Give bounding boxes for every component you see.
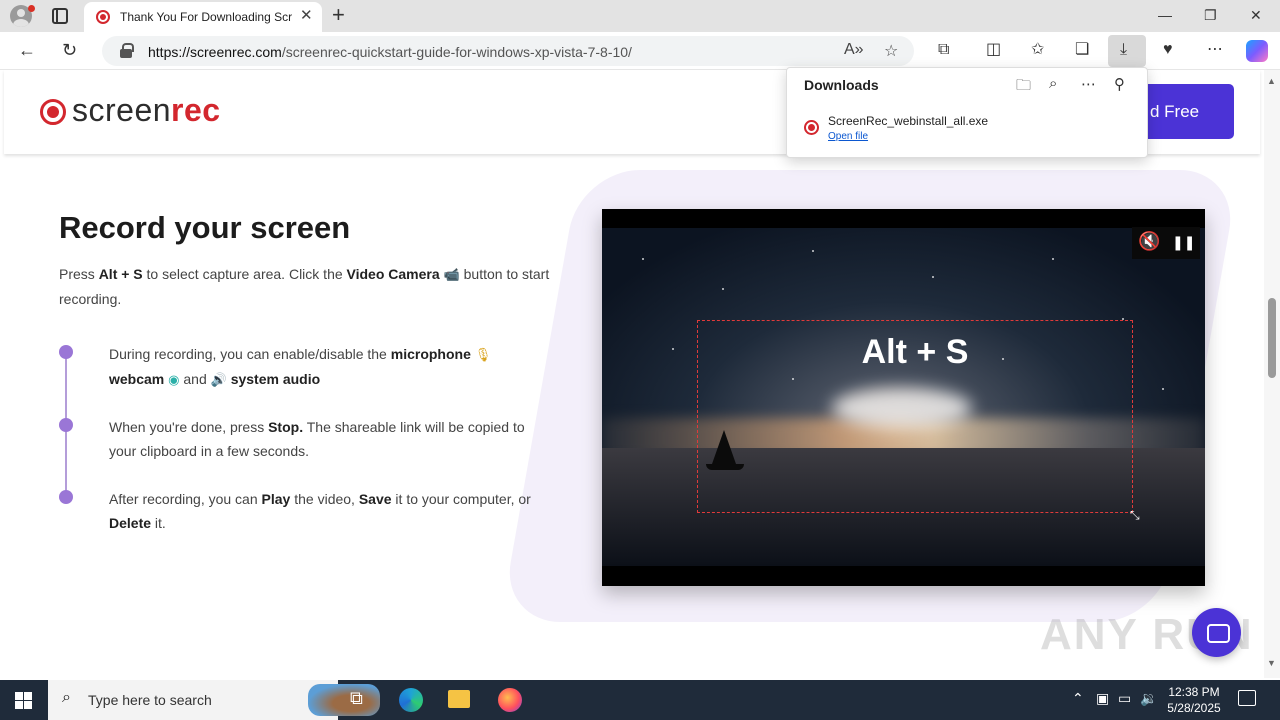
more-icon[interactable]: ⋯ [1081,75,1096,93]
step-item: After recording, you can Play the video,… [109,491,531,531]
favorites-icon[interactable]: ✩ [1031,41,1044,59]
taskbar: ⌕ Type here to search ⧉ ⌃ ▣ ▭ 🔉 12:38 PM… [0,680,1280,720]
notifications-icon[interactable] [1238,690,1256,706]
downloads-button[interactable]: ⤓ [1108,35,1146,67]
refresh-icon[interactable]: ↻ [62,40,77,60]
demo-video[interactable]: Alt + S ⤡ ▸📷🎥🖼⚙ 🔇 ❚❚ [602,209,1205,586]
read-aloud-icon[interactable]: A» [844,41,864,59]
volume-icon[interactable]: 🔉 [1140,690,1157,707]
address-bar[interactable]: https://screenrec.com/screenrec-quicksta… [102,36,914,66]
video-frame: Alt + S ⤡ ▸📷🎥🖼⚙ [602,228,1205,566]
scrollbar-thumb[interactable] [1268,298,1276,378]
device-icon[interactable]: ▣ [1096,690,1109,707]
close-window-button[interactable]: ✕ [1250,6,1262,24]
restore-button[interactable]: ❐ [1204,6,1217,24]
windows-start-icon[interactable] [15,692,32,709]
selection-label: Alt + S [861,333,969,371]
tab-title: Thank You For Downloading ScreenRec [120,10,292,24]
chat-widget-button[interactable] [1192,608,1241,657]
network-icon[interactable]: ▭ [1118,690,1131,707]
downloads-flyout: Downloads 🗀 ⌕ ⋯ ⚲ ScreenRec_webinstall_a… [786,67,1148,158]
new-tab-button[interactable]: + [332,3,345,27]
scroll-up-icon[interactable]: ▲ [1267,76,1276,86]
download-file-name[interactable]: ScreenRec_webinstall_all.exe [828,114,988,128]
downloads-icon: ⤓ [1120,41,1128,58]
screenrec-logo-icon[interactable] [40,99,66,125]
open-file-link[interactable]: Open file [828,131,868,142]
screenrec-favicon-icon [96,10,110,24]
pause-icon[interactable]: ❚❚ [1172,234,1195,251]
navigation-bar: ← ↻ https://screenrec.com/screenrec-quic… [0,32,1280,70]
open-folder-icon[interactable]: 🗀 [1016,75,1031,100]
timeline-dot [59,418,73,432]
timeline-dot [59,490,73,504]
step-item: When you're done, press Stop. The sharea… [109,419,525,459]
system-audio-icon: 🔊 [210,372,227,387]
tab-close-icon[interactable]: ✕ [300,8,313,24]
collections-icon[interactable]: ❏ [1075,41,1089,59]
file-explorer-icon[interactable] [448,690,470,708]
download-free-button[interactable]: d Free [1140,84,1234,139]
clock-date: 5/28/2025 [1167,701,1221,715]
intro-paragraph: Press Alt + S to select capture area. Cl… [59,262,559,311]
microphone-icon: 🎙 [474,347,492,362]
taskbar-clock[interactable]: 12:38 PM 5/28/2025 [1160,684,1228,716]
webcam-icon: ◉ [168,372,180,387]
edge-icon[interactable] [399,688,423,712]
tab-actions-icon[interactable] [52,8,68,24]
page-viewport: screenrec d Free Record your screen Pres… [0,70,1264,678]
tray-chevron-icon[interactable]: ⌃ [1072,690,1084,707]
tab-bar: Thank You For Downloading ScreenRec ✕ + … [0,0,1280,32]
favorite-star-icon[interactable]: ☆ [884,41,898,61]
extensions-icon[interactable]: ⧉ [938,41,949,59]
video-controls: 🔇 ❚❚ [1132,227,1200,259]
back-icon[interactable]: ← [18,40,36,60]
clock-time: 12:38 PM [1168,685,1220,699]
mute-icon[interactable]: 🔇 [1138,231,1160,252]
performance-icon[interactable]: ♥ [1163,41,1173,59]
firefox-icon[interactable] [498,688,522,712]
minimize-button[interactable]: — [1158,6,1172,24]
pin-icon[interactable]: ⚲ [1114,75,1125,93]
scroll-down-icon[interactable]: ▼ [1267,658,1276,668]
section-heading: Record your screen [59,210,351,245]
step-item: During recording, you can enable/disable… [109,342,549,392]
site-logo[interactable]: screenrec [72,92,221,129]
copilot-icon[interactable] [1246,40,1268,62]
split-screen-icon[interactable]: ◫ [986,41,1001,59]
downloads-title: Downloads [804,77,879,93]
search-icon: ⌕ [62,689,71,706]
taskbar-search[interactable]: ⌕ Type here to search [48,680,380,720]
search-highlight-image [308,684,380,716]
page-scrollbar[interactable]: ▲ ▼ [1264,70,1280,678]
resize-cursor-icon: ⤡ [1130,508,1140,522]
more-icon[interactable]: ⋯ [1207,41,1223,59]
tab-active[interactable]: Thank You For Downloading ScreenRec ✕ [84,2,322,32]
search-icon[interactable]: ⌕ [1049,75,1057,92]
lock-icon[interactable] [120,43,134,58]
url-text[interactable]: https://screenrec.com/screenrec-quicksta… [148,44,632,60]
file-icon [804,120,819,135]
video-camera-icon: 📹 [443,267,460,282]
timeline-dot [59,345,73,359]
task-view-icon[interactable]: ⧉ [350,688,363,709]
search-placeholder: Type here to search [88,692,212,708]
profile-notification-dot [28,5,35,12]
capture-selection-box: Alt + S [697,320,1133,513]
